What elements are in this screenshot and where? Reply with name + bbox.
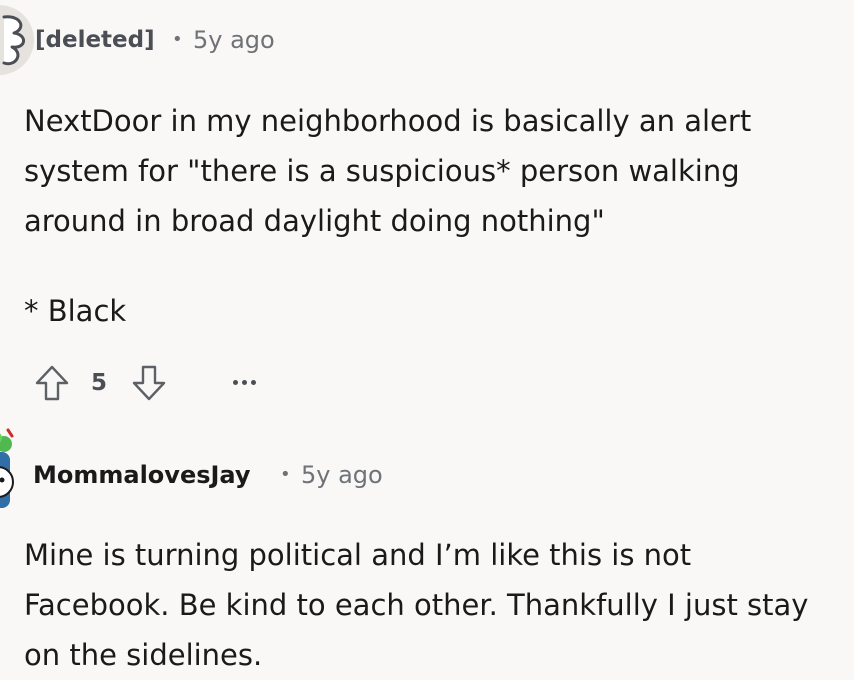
- user-avatar[interactable]: [0, 428, 30, 508]
- avatar-icon: [0, 428, 14, 508]
- comment-body: Mine is turning political and I’m like t…: [24, 538, 809, 672]
- meta-separator: •: [280, 464, 291, 485]
- comment-timestamp[interactable]: 5y ago: [301, 460, 383, 490]
- comment-author[interactable]: MommalovesJay: [33, 460, 251, 490]
- comment: MommalovesJay • 5y ago Mine is turning p…: [0, 0, 854, 678]
